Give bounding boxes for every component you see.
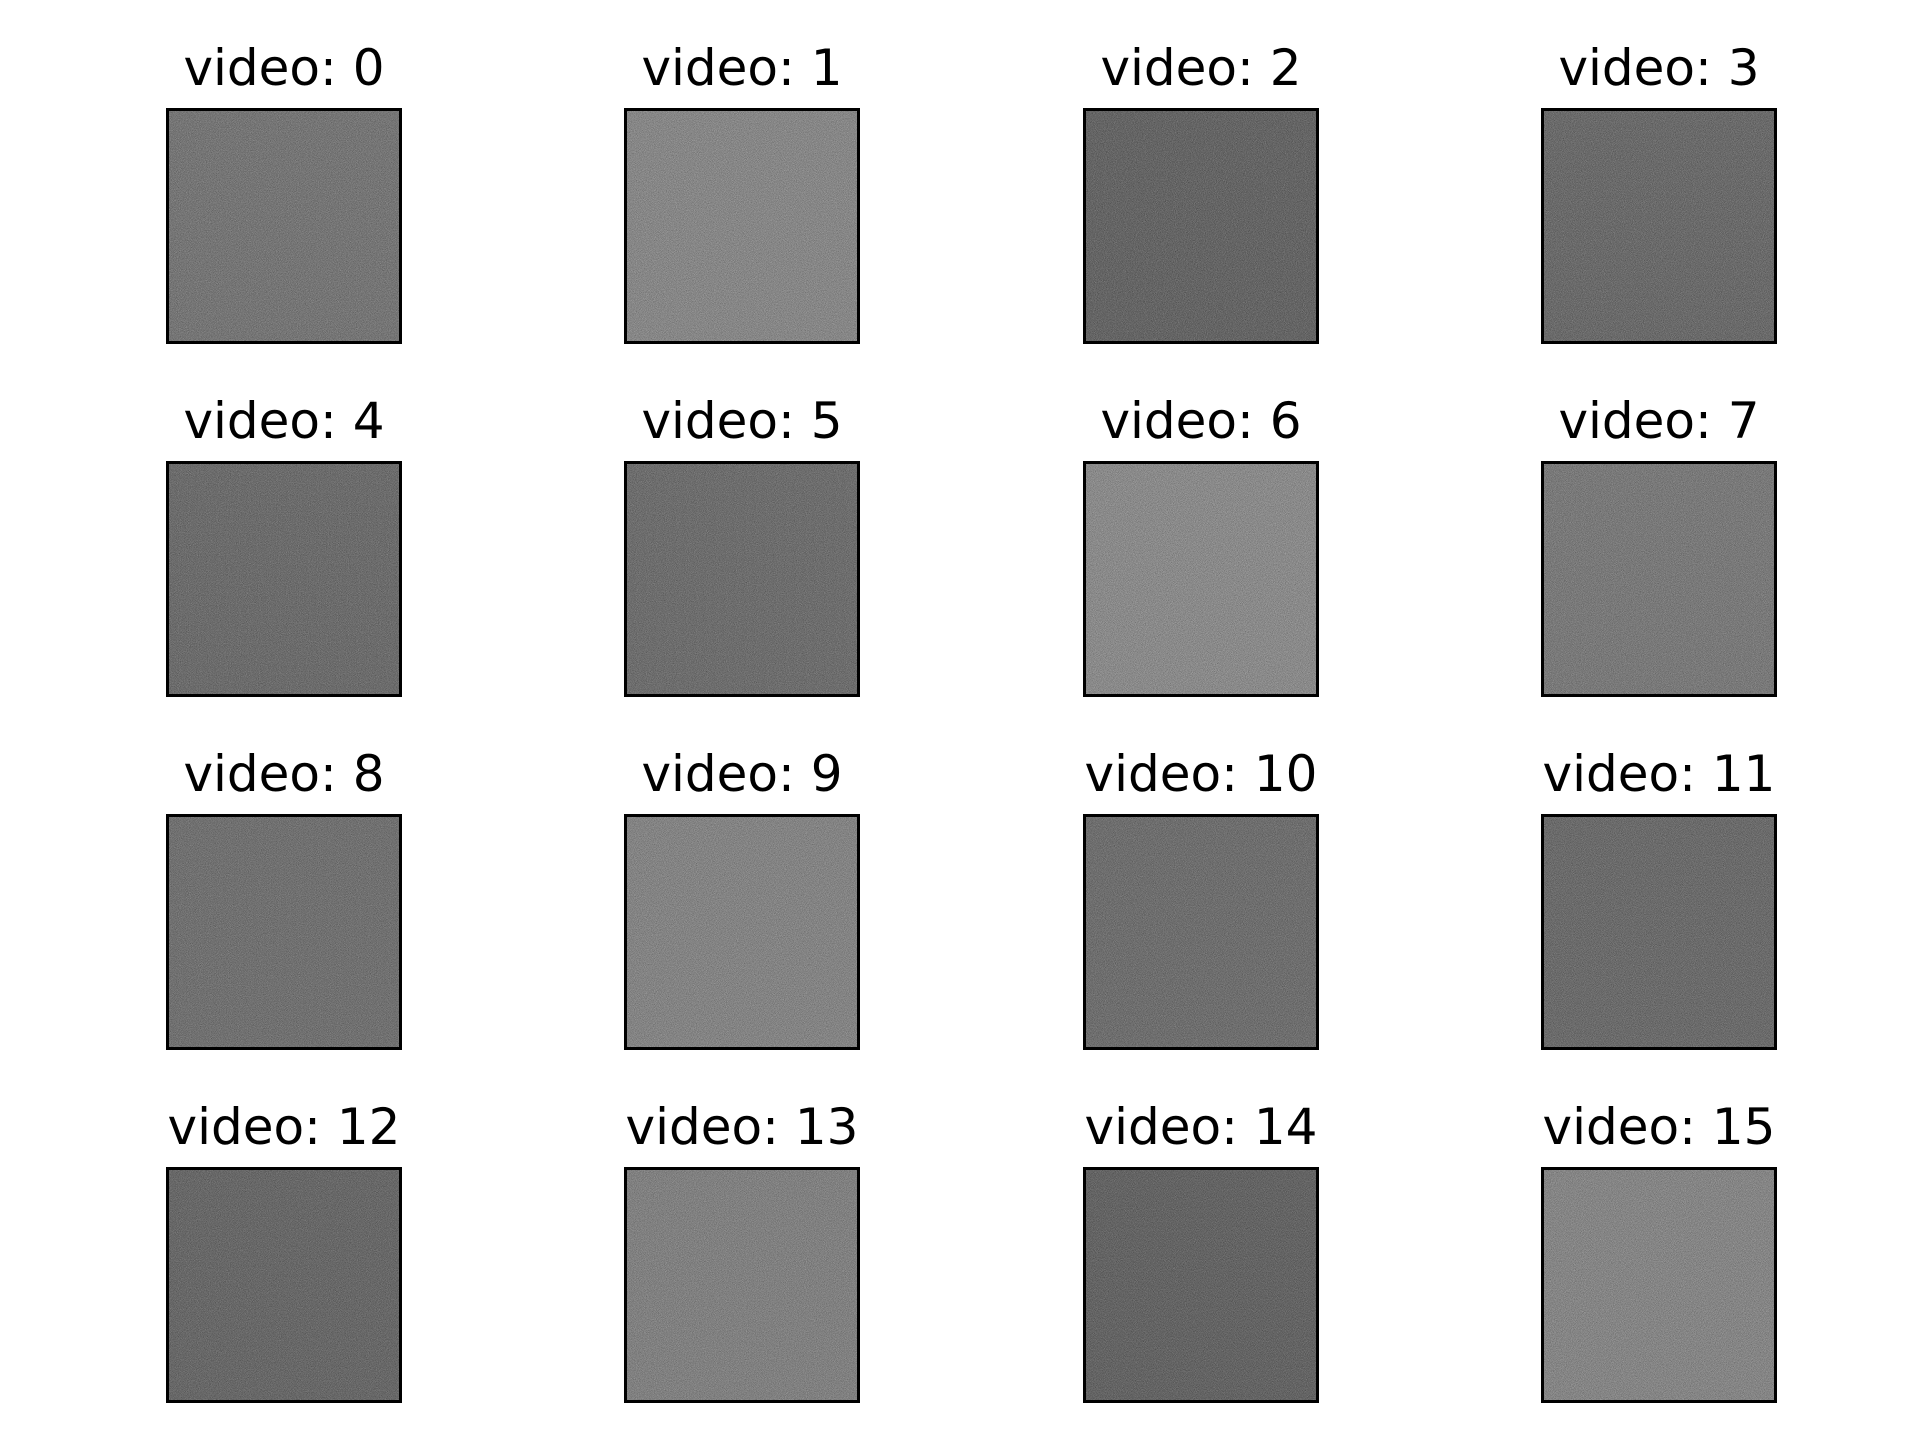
noise-texture bbox=[1544, 111, 1774, 341]
panel-title: video: 9 bbox=[641, 745, 843, 803]
noise-image bbox=[1083, 461, 1319, 697]
noise-light-layer bbox=[169, 1170, 399, 1400]
noise-image bbox=[624, 108, 860, 344]
panel-title: video: 6 bbox=[1100, 392, 1302, 450]
noise-texture bbox=[1086, 817, 1316, 1047]
noise-image bbox=[624, 461, 860, 697]
panel-title: video: 14 bbox=[1084, 1098, 1318, 1156]
noise-texture bbox=[627, 1170, 857, 1400]
panel-title: video: 8 bbox=[183, 745, 385, 803]
noise-texture bbox=[1086, 1170, 1316, 1400]
noise-texture bbox=[1086, 464, 1316, 694]
noise-image bbox=[1541, 108, 1777, 344]
panel-title: video: 10 bbox=[1084, 745, 1318, 803]
panel-title: video: 1 bbox=[641, 39, 843, 97]
noise-image bbox=[1541, 814, 1777, 1050]
panel-title: video: 13 bbox=[625, 1098, 859, 1156]
noise-light-layer bbox=[1544, 464, 1774, 694]
figure: video: 0 video: 1 video: 2 video: 3 video: 4… bbox=[0, 0, 1920, 1440]
panel-title: video: 15 bbox=[1542, 1098, 1776, 1156]
noise-image bbox=[1083, 108, 1319, 344]
noise-light-layer bbox=[169, 464, 399, 694]
panel-title: video: 4 bbox=[183, 392, 385, 450]
noise-texture bbox=[169, 1170, 399, 1400]
noise-image bbox=[624, 814, 860, 1050]
noise-image bbox=[1541, 461, 1777, 697]
noise-image bbox=[1083, 1167, 1319, 1403]
panel-title: video: 0 bbox=[183, 39, 385, 97]
panel-title: video: 5 bbox=[641, 392, 843, 450]
noise-texture bbox=[169, 111, 399, 341]
noise-texture bbox=[169, 817, 399, 1047]
noise-image bbox=[624, 1167, 860, 1403]
panel-title: video: 3 bbox=[1558, 39, 1760, 97]
noise-light-layer bbox=[627, 817, 857, 1047]
noise-image bbox=[166, 461, 402, 697]
panel-title: video: 2 bbox=[1100, 39, 1302, 97]
noise-light-layer bbox=[1544, 1170, 1774, 1400]
noise-image bbox=[1541, 1167, 1777, 1403]
noise-light-layer bbox=[627, 111, 857, 341]
noise-light-layer bbox=[627, 1170, 857, 1400]
noise-texture bbox=[627, 464, 857, 694]
noise-light-layer bbox=[1544, 817, 1774, 1047]
noise-image bbox=[166, 814, 402, 1050]
noise-light-layer bbox=[627, 464, 857, 694]
noise-light-layer bbox=[1544, 111, 1774, 341]
noise-image bbox=[1083, 814, 1319, 1050]
panel-title: video: 7 bbox=[1558, 392, 1760, 450]
noise-texture bbox=[627, 111, 857, 341]
noise-texture bbox=[1544, 464, 1774, 694]
noise-texture bbox=[1544, 1170, 1774, 1400]
panel-title: video: 11 bbox=[1542, 745, 1776, 803]
noise-light-layer bbox=[1086, 111, 1316, 341]
noise-texture bbox=[1544, 817, 1774, 1047]
noise-light-layer bbox=[1086, 817, 1316, 1047]
panel-title: video: 12 bbox=[167, 1098, 401, 1156]
noise-image bbox=[166, 108, 402, 344]
noise-image bbox=[166, 1167, 402, 1403]
noise-light-layer bbox=[1086, 1170, 1316, 1400]
noise-light-layer bbox=[169, 111, 399, 341]
noise-light-layer bbox=[1086, 464, 1316, 694]
noise-texture bbox=[627, 817, 857, 1047]
noise-texture bbox=[1086, 111, 1316, 341]
noise-texture bbox=[169, 464, 399, 694]
noise-light-layer bbox=[169, 817, 399, 1047]
